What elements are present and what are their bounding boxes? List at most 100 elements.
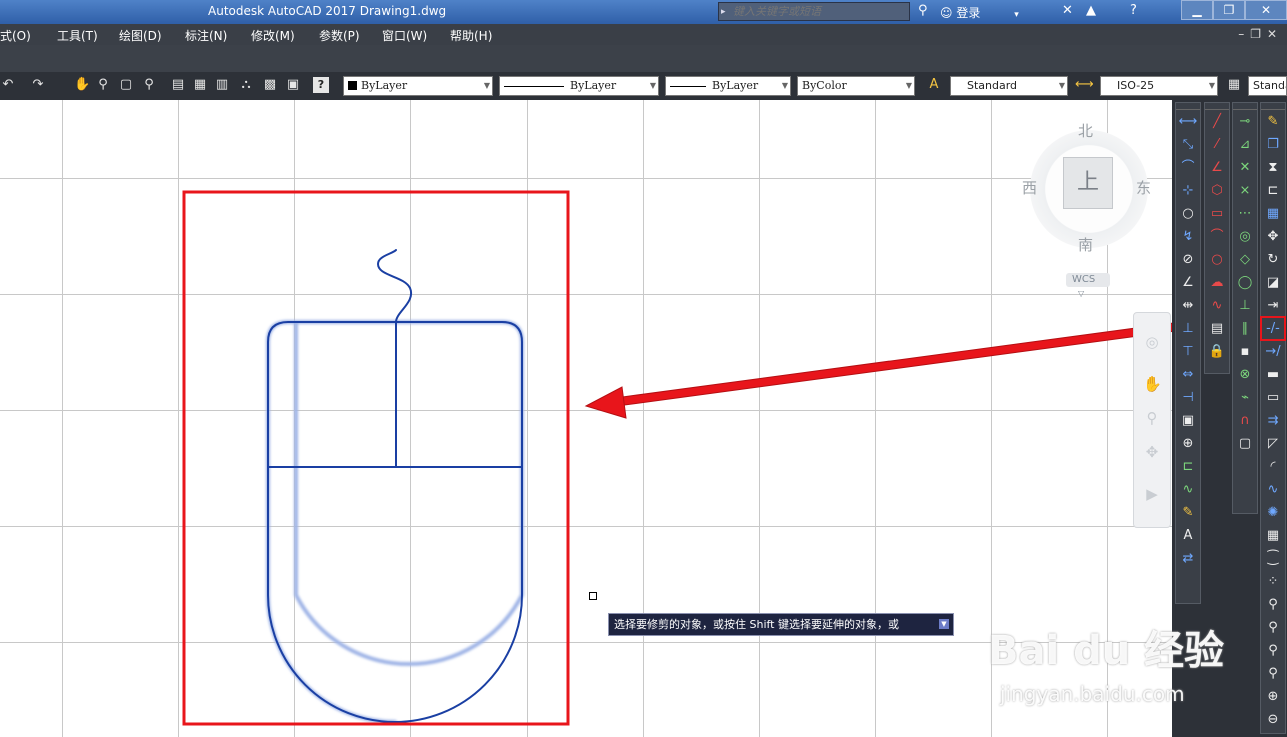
chamfer-icon[interactable]: ◸	[1261, 432, 1285, 455]
redo-icon[interactable]: ↷	[30, 77, 46, 93]
snap-midpoint-icon[interactable]: ⊿	[1233, 133, 1257, 156]
menu-modify[interactable]: 修改(M)	[251, 27, 295, 44]
snap-settings-icon[interactable]: ▢	[1233, 432, 1257, 455]
plotstyle-combo[interactable]: ByColor ▼	[797, 76, 915, 96]
snap-extension-icon[interactable]: ⋯	[1233, 202, 1257, 225]
design-center-icon[interactable]: ▦	[192, 77, 208, 93]
wcs-menu[interactable]: WCS ▽	[1066, 273, 1110, 298]
search-box[interactable]: ▸	[718, 2, 910, 21]
join-icon[interactable]: ⇉	[1261, 409, 1285, 432]
snap-intersection-icon[interactable]: ✕	[1233, 156, 1257, 179]
table-style-combo[interactable]: Standa	[1248, 76, 1287, 96]
maximize-button[interactable]: ❐	[1213, 0, 1245, 20]
orbit-icon[interactable]: ✥	[1143, 443, 1161, 461]
snap-perpendicular-icon[interactable]: ⊥	[1233, 294, 1257, 317]
compass-south[interactable]: 南	[1078, 234, 1093, 255]
trim-icon[interactable]: -/-	[1260, 316, 1286, 341]
quick-dim-icon[interactable]: ⇹	[1176, 294, 1200, 317]
quickcalc-icon[interactable]: ▣	[285, 77, 301, 93]
close-button[interactable]: ✕	[1245, 0, 1287, 20]
text-style-combo[interactable]: Standard ▼	[950, 76, 1068, 96]
snap-endpoint-icon[interactable]: ⊸	[1233, 110, 1257, 133]
exchange-icon[interactable]: ✕	[1062, 3, 1073, 18]
rectangle-icon[interactable]: ▭	[1205, 202, 1229, 225]
aligned-dim-icon[interactable]: ⤡	[1176, 133, 1200, 156]
tooltip-dropdown-icon[interactable]: ▼	[939, 619, 949, 629]
dim-edit-icon[interactable]: ✎	[1176, 501, 1200, 524]
steering-wheel-icon[interactable]: ◎	[1143, 333, 1161, 351]
binoculars-icon[interactable]: ⚲	[918, 3, 928, 18]
circle-icon[interactable]: ○	[1205, 248, 1229, 271]
toolbar-grip[interactable]	[1261, 103, 1285, 110]
minimize-button[interactable]: ▁	[1181, 0, 1213, 20]
menu-draw[interactable]: 绘图(D)	[119, 27, 162, 44]
sheet-set-icon[interactable]: ⛬	[238, 77, 254, 93]
dim-text-edit-icon[interactable]: A	[1176, 524, 1200, 547]
color-combo[interactable]: ByLayer ▼	[343, 76, 493, 96]
dim-space-icon[interactable]: ⇔	[1176, 363, 1200, 386]
spline-icon[interactable]: ∿	[1205, 294, 1229, 317]
dim-style-combo[interactable]: ISO-25 ▼	[1100, 76, 1218, 96]
snap-insert-icon[interactable]: ▪	[1233, 340, 1257, 363]
lock-icon[interactable]: 🔒	[1205, 340, 1229, 363]
zoom-in-icon[interactable]: ⊕	[1261, 685, 1285, 708]
toolbar-grip[interactable]	[1176, 103, 1200, 110]
dim-style-icon[interactable]: ⟷	[1075, 77, 1094, 93]
help-icon[interactable]: ?	[1130, 3, 1137, 18]
search-expand-icon[interactable]: ▸	[721, 3, 726, 22]
polar-array-icon[interactable]: ⁘	[1261, 570, 1285, 593]
properties-icon[interactable]: ▤	[170, 77, 186, 93]
angular-dim-icon[interactable]: ∠	[1176, 271, 1200, 294]
snap-center-icon[interactable]: ◎	[1233, 225, 1257, 248]
tool-palettes-icon[interactable]: ▥	[214, 77, 230, 93]
line-icon[interactable]: ╱	[1205, 110, 1229, 133]
continue-dim-icon[interactable]: ⊤	[1176, 340, 1200, 363]
zoom-window-icon[interactable]: ⚲	[1261, 593, 1285, 616]
help-icon[interactable]: ?	[313, 77, 329, 93]
erase-icon[interactable]: ✎	[1261, 110, 1285, 133]
zoom-icon[interactable]: ⚲	[1143, 409, 1161, 427]
menu-help[interactable]: 帮助(H)	[450, 27, 492, 44]
group-icon[interactable]: ▦	[1261, 524, 1285, 547]
polygon-icon[interactable]: ⬡	[1205, 179, 1229, 202]
revcloud-icon[interactable]: ☁	[1205, 271, 1229, 294]
zoom-out-icon[interactable]: ⊖	[1261, 708, 1285, 731]
diameter-dim-icon[interactable]: ⊘	[1176, 248, 1200, 271]
mirror-icon[interactable]: ⧗	[1261, 156, 1285, 179]
zoom-previous-icon[interactable]: ⚲	[141, 77, 157, 93]
view-cube-top-face[interactable]: 上	[1063, 157, 1113, 209]
snap-tangent-icon[interactable]: ◯	[1233, 271, 1257, 294]
toolbar-grip[interactable]	[1233, 103, 1257, 110]
snap-quadrant-icon[interactable]: ◇	[1233, 248, 1257, 271]
menu-window[interactable]: 窗口(W)	[382, 27, 427, 44]
snap-none-icon[interactable]: ∩	[1233, 409, 1257, 432]
zoom-realtime-icon[interactable]: ⚲	[95, 77, 111, 93]
copy-icon[interactable]: ❐	[1261, 133, 1285, 156]
construction-line-icon[interactable]: ⁄	[1205, 133, 1229, 156]
rotate-icon[interactable]: ↻	[1261, 248, 1285, 271]
scale-icon[interactable]: ◪	[1261, 271, 1285, 294]
center-mark-icon[interactable]: ⊕	[1176, 432, 1200, 455]
document-window-controls[interactable]: –❐✕	[1238, 27, 1283, 41]
snap-nearest-icon[interactable]: ⌁	[1233, 386, 1257, 409]
pan-icon[interactable]: ✋	[74, 77, 90, 93]
tolerance-icon[interactable]: ▣	[1176, 409, 1200, 432]
menu-parametric[interactable]: 参数(P)	[319, 27, 360, 44]
compass-north[interactable]: 北	[1078, 120, 1093, 141]
offset-icon[interactable]: ⊏	[1261, 179, 1285, 202]
inspect-icon[interactable]: ⊏	[1176, 455, 1200, 478]
move-icon[interactable]: ✥	[1261, 225, 1285, 248]
break-at-point-icon[interactable]: ▬	[1261, 363, 1285, 386]
snap-parallel-icon[interactable]: ∥	[1233, 317, 1257, 340]
text-style-icon[interactable]: A	[926, 77, 942, 93]
pan-icon[interactable]: ✋	[1143, 375, 1162, 393]
zoom-scale-icon[interactable]: ⚲	[1261, 639, 1285, 662]
explode-icon[interactable]: ✺	[1261, 501, 1285, 524]
dim-break-icon[interactable]: ⊣	[1176, 386, 1200, 409]
arc-length-icon[interactable]: ⌒	[1176, 156, 1200, 179]
undo-icon[interactable]: ↶	[0, 77, 16, 93]
linetype-combo[interactable]: ByLayer ▼	[499, 76, 659, 96]
path-array-icon[interactable]: ⁐	[1261, 547, 1285, 570]
jogged-dim-icon[interactable]: ↯	[1176, 225, 1200, 248]
polyline-icon[interactable]: ∠	[1205, 156, 1229, 179]
